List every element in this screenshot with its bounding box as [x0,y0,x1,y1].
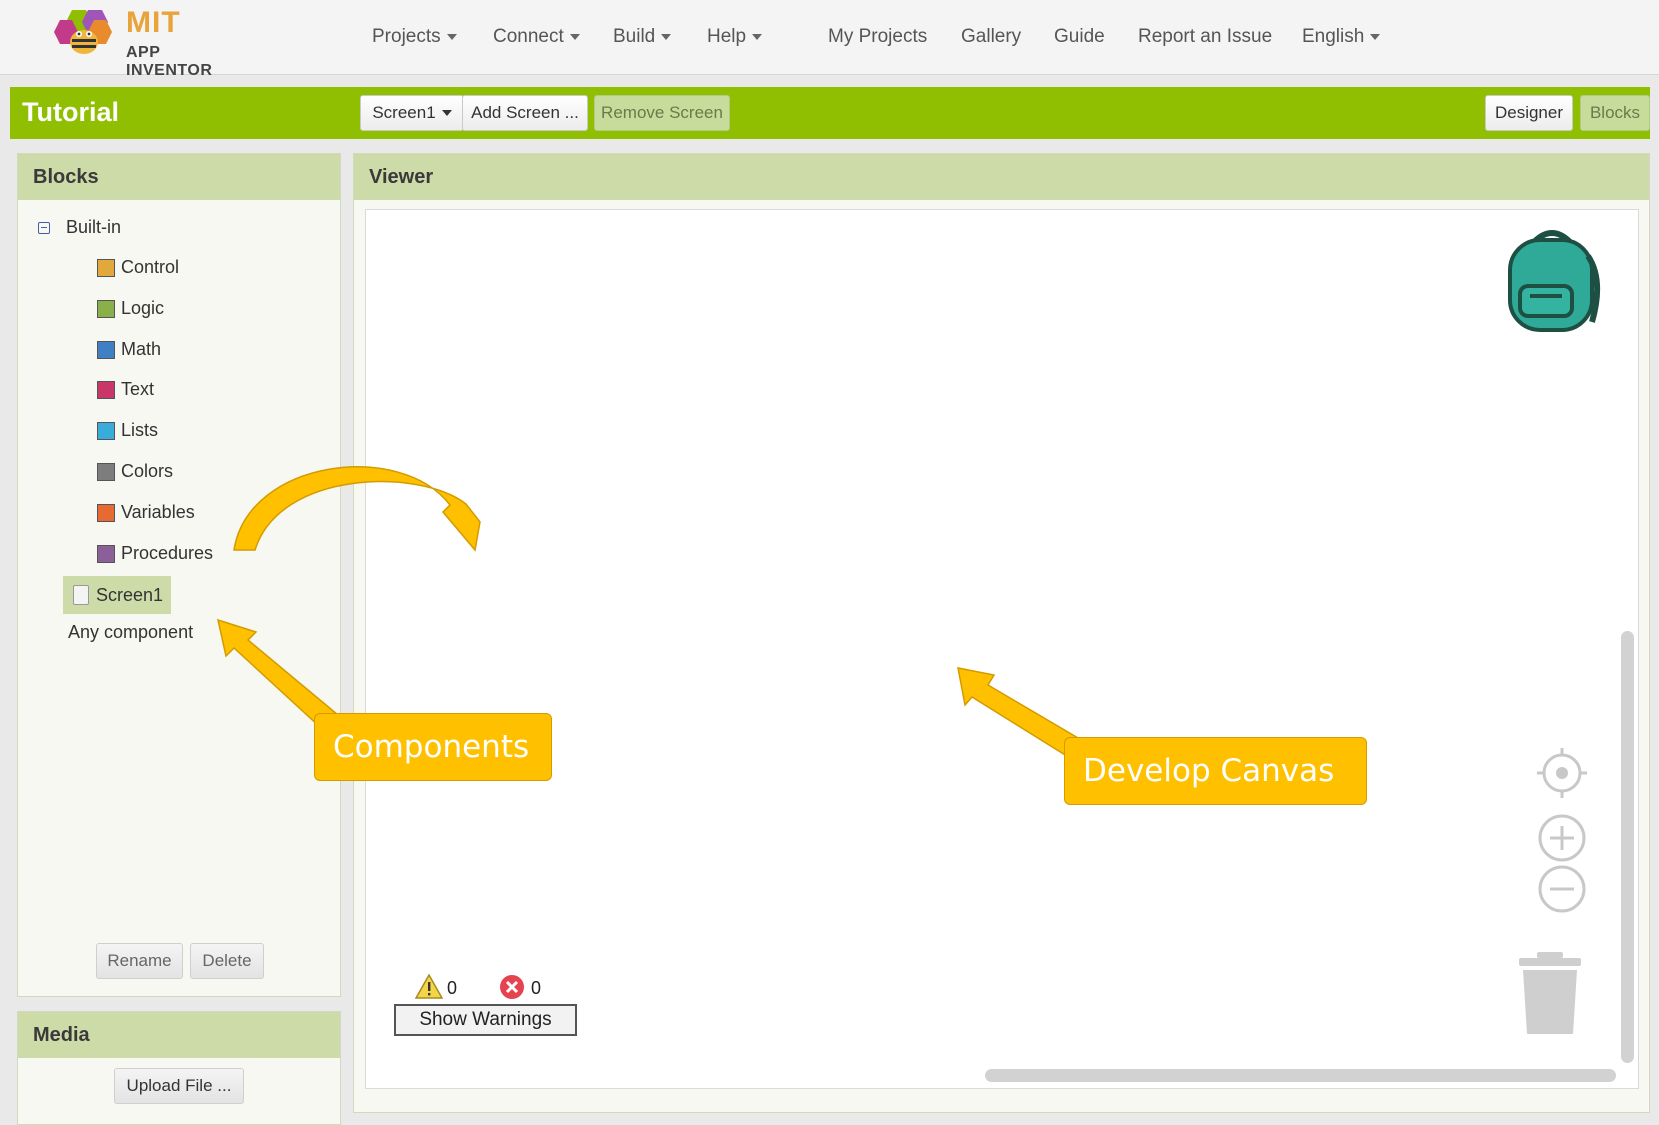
curved-arrow-icon [233,466,481,552]
develop-canvas-callout: Develop Canvas [1064,737,1367,805]
annotation-arrows [216,466,1092,759]
components-callout: Components [314,713,552,781]
